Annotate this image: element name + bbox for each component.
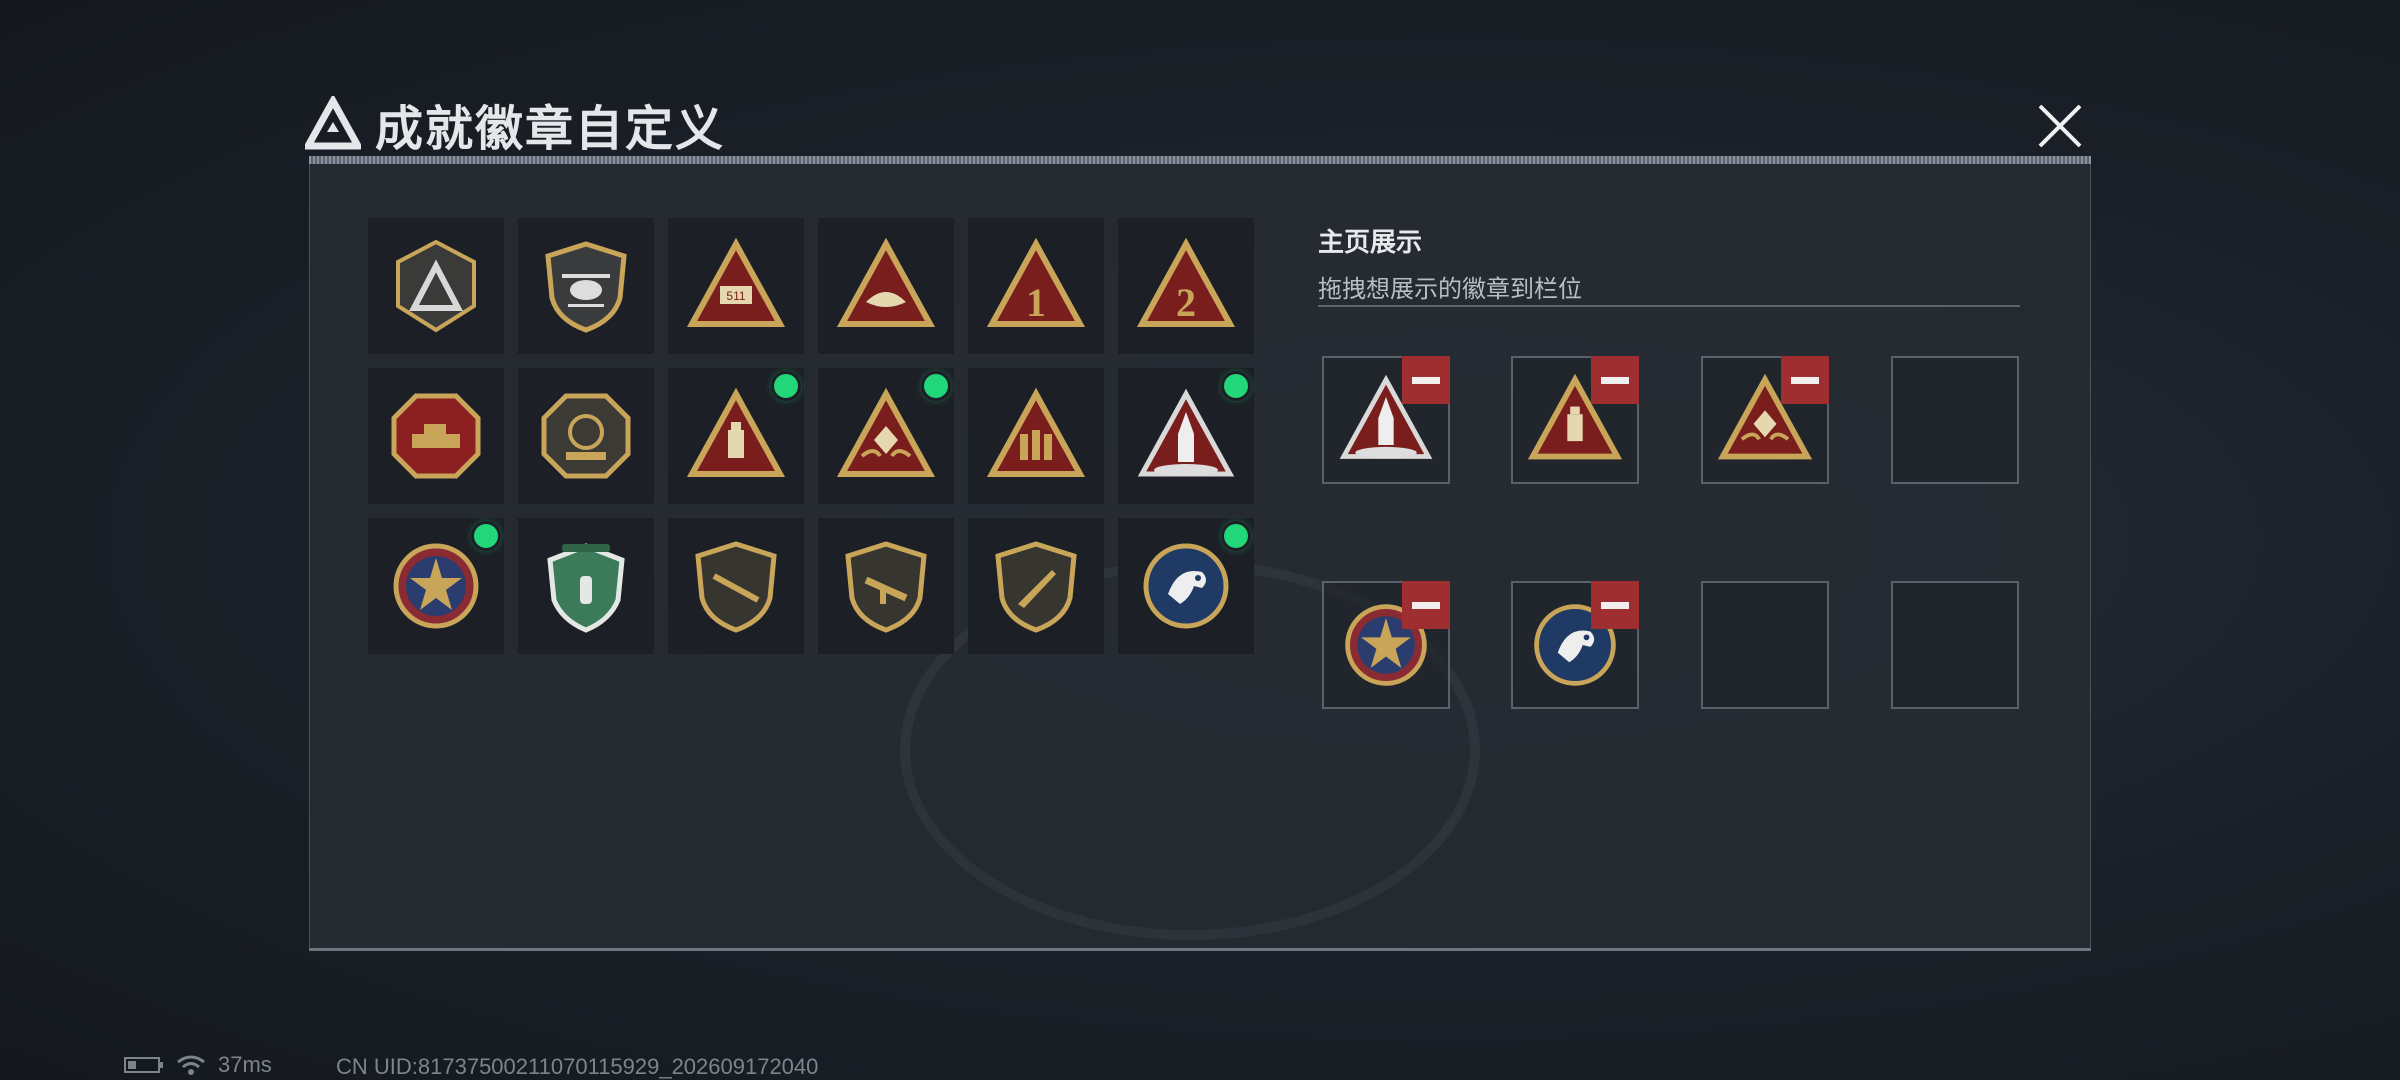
delta-force-2026-badge-icon: [541, 393, 631, 479]
display-slot-filled[interactable]: [1322, 581, 1450, 709]
new-indicator-dot: [474, 524, 498, 548]
status-bar: 37ms: [124, 1052, 272, 1078]
badge-cell[interactable]: [818, 368, 954, 504]
badge-cell[interactable]: [368, 368, 504, 504]
page-title: 成就徽章自定义: [375, 103, 726, 156]
badge-cell[interactable]: [1118, 518, 1254, 654]
badge-cell[interactable]: [518, 218, 654, 354]
uid-text: CN UID:81737500211070115929_202609172040: [336, 1054, 819, 1079]
svg-text:511: 511: [726, 289, 745, 303]
badge-cell[interactable]: [518, 518, 654, 654]
close-icon: [2038, 104, 2082, 148]
badge-cell[interactable]: [1118, 368, 1254, 504]
panel-top-divider: [309, 156, 2091, 164]
badge-cell[interactable]: [518, 368, 654, 504]
wifi-icon: [177, 1055, 205, 1075]
display-slot-filled[interactable]: [1511, 356, 1639, 484]
badge-cell[interactable]: [818, 218, 954, 354]
delta-logo-icon: [305, 96, 361, 150]
minus-icon: [1412, 376, 1440, 384]
badge-cell[interactable]: 1: [968, 218, 1104, 354]
rifle-shield-badge-icon: [695, 541, 777, 633]
star-medal-badge-icon: [393, 543, 479, 629]
minus-icon: [1412, 601, 1440, 609]
new-indicator-dot: [774, 374, 798, 398]
remove-badge-button[interactable]: [1591, 581, 1639, 629]
minus-icon: [1601, 601, 1629, 609]
minus-icon: [1791, 376, 1819, 384]
number-1-triangle-badge-icon: 1: [986, 237, 1086, 327]
remove-badge-button[interactable]: [1402, 581, 1450, 629]
home-display-hint: 拖拽想展示的徽章到栏位: [1318, 276, 1582, 303]
battery-icon: [124, 1057, 163, 1073]
remove-badge-button[interactable]: [1781, 356, 1829, 404]
eagle-roundel-badge-icon: [1143, 543, 1229, 629]
badge-cell[interactable]: [968, 518, 1104, 654]
usb-triangle-badge-icon: [686, 387, 786, 477]
display-divider: [1318, 305, 2020, 307]
knife-shield-badge-icon: [995, 541, 1077, 633]
ping-text: 37ms: [218, 1052, 272, 1077]
minus-icon: [1601, 376, 1629, 384]
dice-hands-triangle-badge-icon: [836, 387, 936, 477]
new-indicator-dot: [1224, 374, 1248, 398]
remove-badge-button[interactable]: [1402, 356, 1450, 404]
badge-cell[interactable]: [818, 518, 954, 654]
display-slot-empty[interactable]: [1891, 581, 2019, 709]
close-button[interactable]: [2028, 94, 2092, 158]
badge-cell[interactable]: [968, 368, 1104, 504]
helicopter-shield-badge-icon: [545, 241, 627, 333]
number-2-triangle-badge-icon: 2: [1136, 237, 1236, 327]
home-display-header: 主页展示 拖拽想展示的徽章到栏位: [1318, 222, 2020, 304]
soldiers-triangle-badge-icon: [986, 387, 1086, 477]
badge-cell[interactable]: 2: [1118, 218, 1254, 354]
new-indicator-dot: [924, 374, 948, 398]
badge-cell[interactable]: [368, 218, 504, 354]
page-header: 成就徽章自定义: [305, 92, 725, 156]
display-slot-empty[interactable]: [1891, 356, 2019, 484]
badge-cell[interactable]: 511: [668, 218, 804, 354]
svg-text:2: 2: [1176, 280, 1196, 325]
rocket-triangle-badge-icon: [1137, 388, 1235, 477]
display-slot-empty[interactable]: [1701, 581, 1829, 709]
panel-bottom-divider: [309, 948, 2091, 951]
display-slot-filled[interactable]: [1322, 356, 1450, 484]
remove-badge-button[interactable]: [1591, 356, 1639, 404]
new-indicator-dot: [1224, 524, 1248, 548]
delta-shield-badge-icon: [396, 239, 476, 333]
tank-octagon-badge-icon: [391, 393, 481, 479]
display-slot-filled[interactable]: [1511, 581, 1639, 709]
green-shield-badge-icon: [547, 543, 625, 633]
home-display-title: 主页展示: [1318, 227, 1423, 257]
badge-cell[interactable]: [668, 518, 804, 654]
svg-text:1: 1: [1026, 280, 1046, 325]
hands-triangle-badge-icon: [836, 237, 936, 327]
smg-shield-badge-icon: [845, 541, 927, 633]
badge-cell[interactable]: [368, 518, 504, 654]
display-slot-filled[interactable]: [1701, 356, 1829, 484]
badge-cell[interactable]: [668, 368, 804, 504]
s11-tank-triangle-badge-icon: 511: [686, 237, 786, 327]
